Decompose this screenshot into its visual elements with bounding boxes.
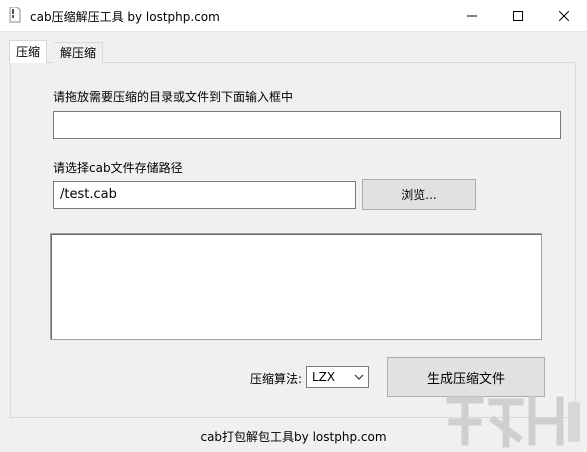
algo-selected-value: LZX: [312, 370, 336, 384]
path-input[interactable]: /test.cab: [53, 181, 356, 209]
window-title: cab压缩解压工具 by lostphp.com: [30, 10, 220, 24]
minimize-icon: [467, 15, 477, 16]
minimize-button[interactable]: [449, 0, 495, 31]
drop-label: 请拖放需要压缩的目录或文件到下面输入框中: [53, 90, 294, 104]
title-bar: cab压缩解压工具 by lostphp.com: [0, 0, 587, 32]
cab-file-icon: [9, 7, 21, 23]
drop-input[interactable]: [53, 111, 561, 139]
log-textarea[interactable]: [50, 233, 542, 340]
chevron-down-icon: [354, 374, 364, 380]
close-icon: [559, 10, 569, 21]
tab-decompress[interactable]: 解压缩: [54, 42, 104, 63]
watermark-logo: [446, 396, 580, 448]
algo-label: 压缩算法:: [250, 372, 303, 386]
algo-select[interactable]: LZX: [306, 366, 369, 388]
maximize-button[interactable]: [495, 0, 541, 31]
browse-button[interactable]: 浏览...: [362, 179, 476, 210]
maximize-icon: [513, 10, 523, 21]
tab-compress[interactable]: 压缩: [9, 40, 48, 63]
path-label: 请选择cab文件存储路径: [53, 161, 183, 175]
generate-button[interactable]: 生成压缩文件: [387, 357, 545, 397]
close-button[interactable]: [541, 0, 587, 31]
